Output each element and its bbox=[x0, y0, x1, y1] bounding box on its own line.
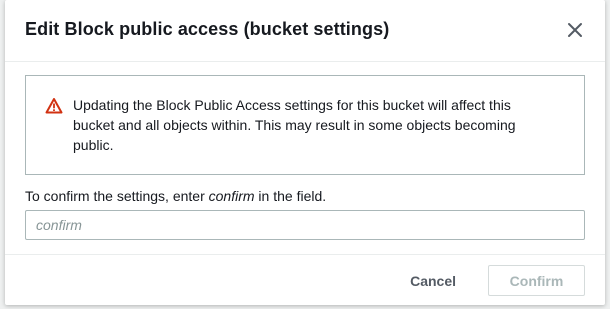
modal-body: Updating the Block Public Access setting… bbox=[5, 62, 605, 254]
cancel-button[interactable]: Cancel bbox=[394, 266, 472, 296]
confirm-instruction-suffix: in the field. bbox=[254, 188, 327, 204]
modal-footer: Cancel Confirm bbox=[5, 254, 605, 305]
modal-header: Edit Block public access (bucket setting… bbox=[5, 0, 605, 62]
warning-alert: Updating the Block Public Access setting… bbox=[25, 75, 585, 175]
confirm-instruction-prefix: To confirm the settings, enter bbox=[25, 188, 209, 204]
confirm-instruction: To confirm the settings, enter confirm i… bbox=[25, 186, 326, 206]
warning-message: Updating the Block Public Access setting… bbox=[73, 97, 516, 153]
confirm-button[interactable]: Confirm bbox=[488, 265, 585, 296]
edit-block-public-access-modal: Edit Block public access (bucket setting… bbox=[5, 0, 605, 305]
warning-icon bbox=[45, 97, 63, 115]
page-backdrop: Edit Block public access (bucket setting… bbox=[0, 0, 610, 309]
confirm-keyword: confirm bbox=[208, 188, 255, 204]
confirm-input[interactable] bbox=[25, 210, 585, 240]
modal-title: Edit Block public access (bucket setting… bbox=[25, 19, 390, 39]
close-icon bbox=[565, 20, 585, 40]
close-button[interactable] bbox=[565, 20, 585, 40]
